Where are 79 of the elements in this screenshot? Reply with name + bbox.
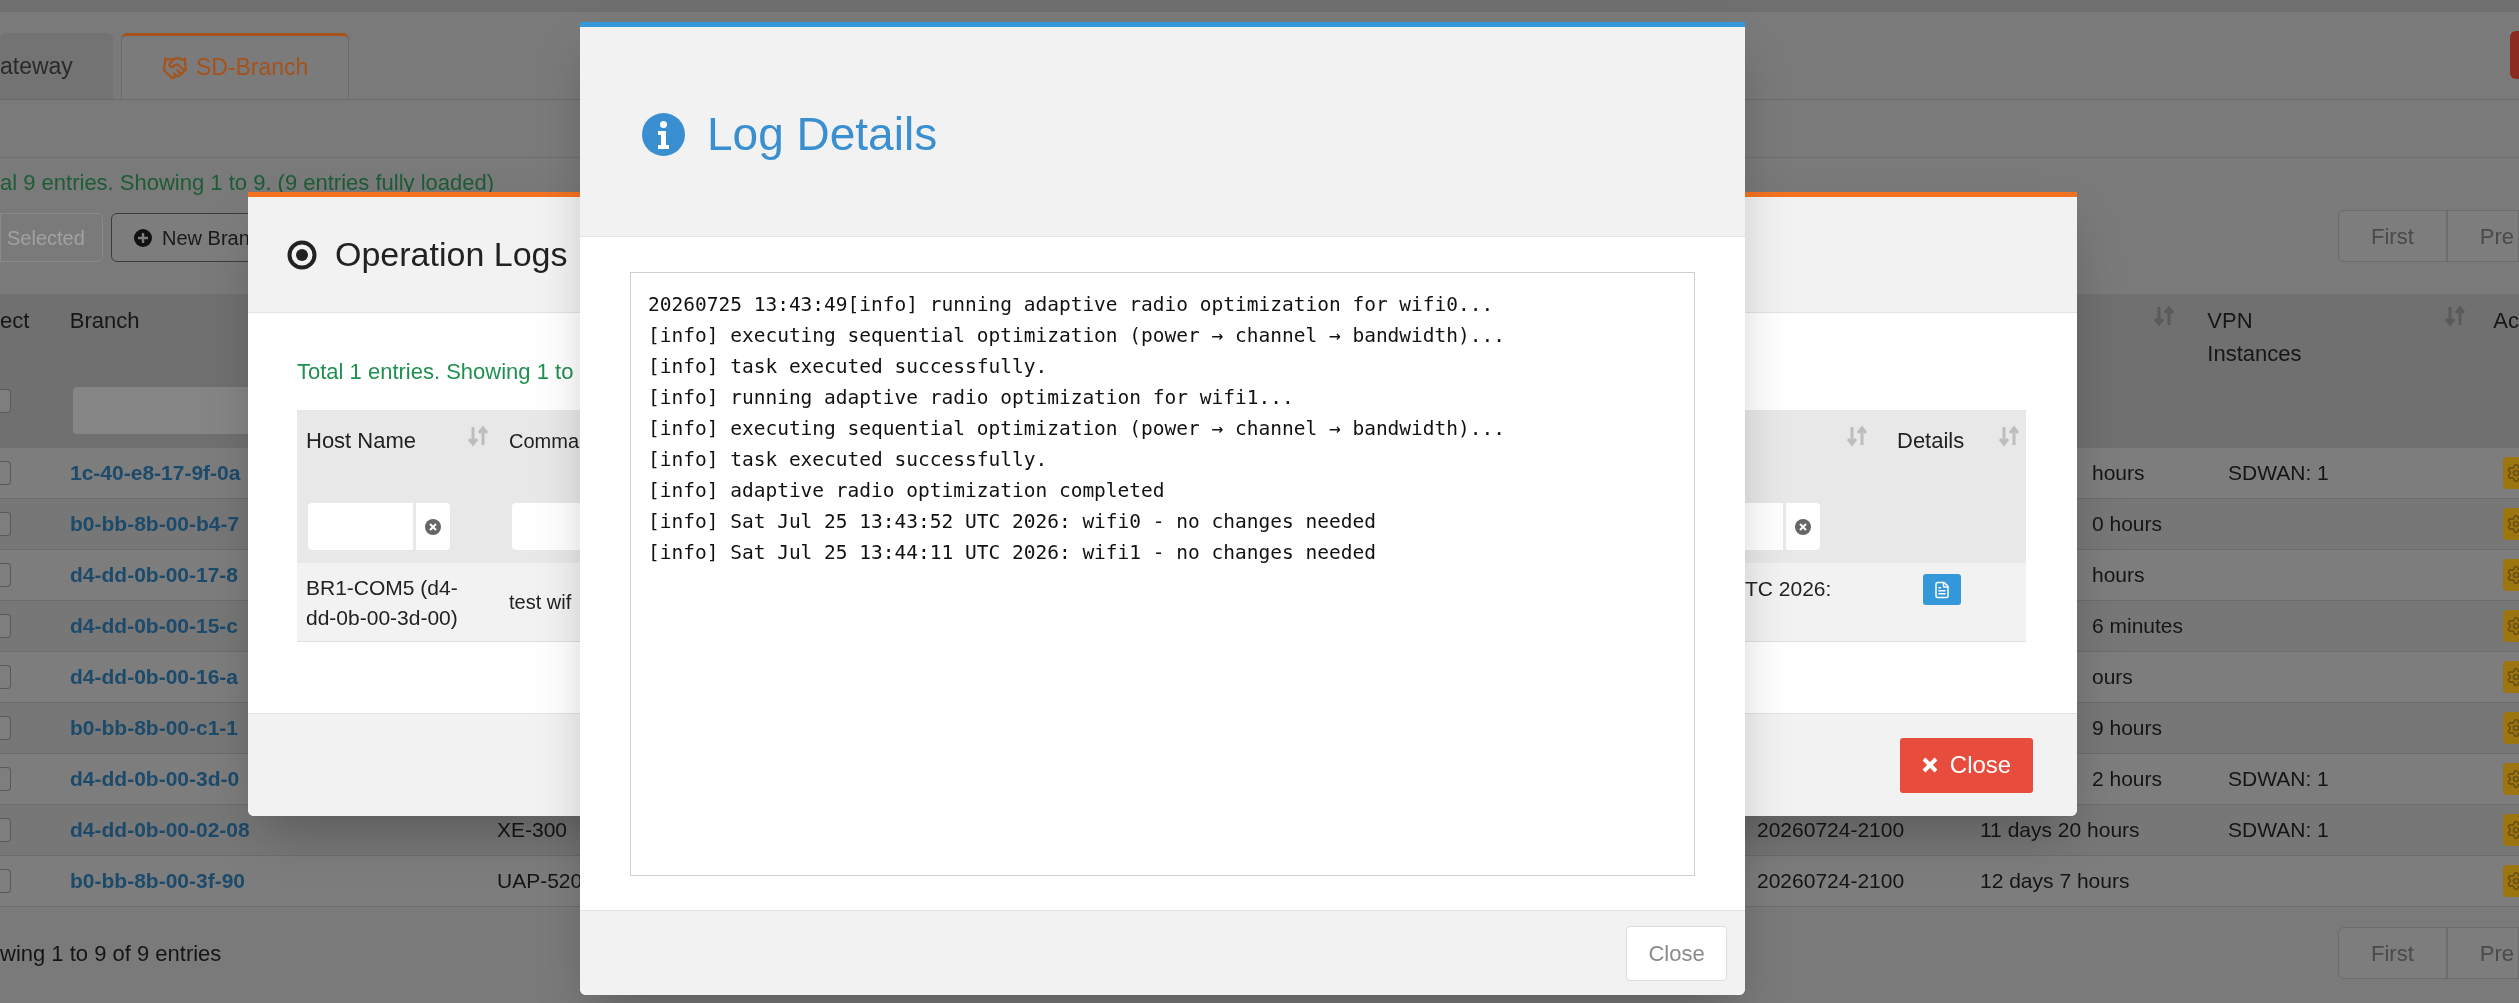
table-cell: hours <box>2092 461 2145 485</box>
branch-link[interactable]: b0-bb-8b-00-3f-90 <box>70 865 497 897</box>
summary-text: Total 1 entries. Showing 1 to <box>297 358 574 386</box>
table-cell: XE-300 <box>497 818 568 842</box>
info-icon <box>642 113 685 156</box>
settings-button[interactable] <box>2503 763 2519 795</box>
settings-button[interactable] <box>2503 508 2519 540</box>
log-line: [info] task executed successfully. <box>648 447 1048 473</box>
header-button[interactable] <box>2510 31 2519 79</box>
column-header: Ac <box>2492 307 2519 335</box>
log-line: 20260725 13:43:49[info] running adaptive radio optimization for wifi0... <box>648 292 1494 318</box>
checkbox[interactable] <box>0 563 11 587</box>
checkbox[interactable] <box>0 869 11 893</box>
column-header: Host Name <box>306 427 417 455</box>
tab[interactable]: SD-Branch <box>120 33 350 99</box>
table-cell: hours <box>2092 563 2145 587</box>
log-line: [info] Sat Jul 25 13:44:11 UTC 2026: wifi1 - no changes needed <box>648 540 1376 566</box>
table-cell: 12 days 7 hours <box>1980 869 2130 893</box>
dialog-title: Log Details <box>707 107 938 162</box>
close-icon <box>1921 757 1938 773</box>
log-line: [info] running adaptive radio optimization for wifi1... <box>648 385 1294 411</box>
settings-button[interactable] <box>2503 712 2519 744</box>
settings-button[interactable] <box>2503 814 2519 846</box>
table-cell: 2 hours <box>2092 767 2163 791</box>
clear-button[interactable] <box>416 503 450 550</box>
checkbox[interactable] <box>0 767 11 791</box>
column-header: VPN Instances <box>2207 307 2303 368</box>
log-line: [info] executing sequential optimization (power → channel → bandwidth)... <box>648 323 1506 349</box>
settings-button[interactable] <box>2503 457 2519 489</box>
table-cell-text: test wif <box>509 590 572 615</box>
table-cell: 0 hours <box>2092 512 2163 536</box>
table-cell: 9 hours <box>2092 716 2163 740</box>
table-cell: SDWAN: 1 <box>2228 818 2329 842</box>
settings-button[interactable] <box>2503 559 2519 591</box>
table-cell: SDWAN: 1 <box>2228 461 2329 485</box>
log-line: [info] task executed successfully. <box>648 354 1048 380</box>
close-button[interactable]: Close <box>1900 737 2033 793</box>
column-header: Details <box>1897 427 1965 455</box>
checkbox[interactable] <box>0 665 11 689</box>
log-line: [info] Sat Jul 25 13:43:52 UTC 2026: wifi0 - no changes needed <box>648 509 1376 535</box>
clear-button[interactable] <box>1786 503 1820 550</box>
checkbox[interactable] <box>0 388 11 413</box>
dialog-title: Operation Logs <box>335 234 568 275</box>
sort-icon[interactable] <box>1998 424 2020 448</box>
document-icon <box>1933 580 1951 599</box>
sort-icon[interactable] <box>1846 424 1868 448</box>
table-cell: UAP-520 <box>497 869 583 893</box>
settings-button[interactable] <box>2503 865 2519 897</box>
sort-icon[interactable] <box>467 424 489 448</box>
settings-button[interactable] <box>2503 610 2519 642</box>
settings-button[interactable] <box>2503 661 2519 693</box>
tab[interactable]: ateway <box>0 33 113 99</box>
plus-circle-icon <box>134 228 152 247</box>
table-cell: ours <box>2092 665 2133 689</box>
checkbox[interactable] <box>0 716 11 740</box>
handshake-icon <box>161 54 188 81</box>
clear-icon[interactable] <box>1795 518 1811 535</box>
table-cell: TC 2026: <box>1745 577 1832 600</box>
checkbox[interactable] <box>0 818 11 842</box>
table-cell: 20260724-2100 <box>1757 869 1905 893</box>
column-header: Branch <box>69 308 140 333</box>
table-cell-text: BR1-COM5 (d4-dd-0b-00-3d-00) <box>306 575 459 631</box>
details-button[interactable] <box>1923 574 1961 605</box>
close-button[interactable]: Close <box>1626 925 1727 981</box>
checkbox[interactable] <box>0 461 11 485</box>
log-line: [info] executing sequential optimization (power → channel → bandwidth)... <box>648 416 1506 442</box>
target-icon <box>287 239 317 270</box>
footer-text: wing 1 to 9 of 9 entries <box>0 939 222 968</box>
checkbox[interactable] <box>0 614 11 638</box>
column-header: ect <box>0 307 31 335</box>
table-cell: 11 days 20 hours <box>1980 818 2140 842</box>
column-header: Comma <box>509 430 579 452</box>
checkbox[interactable] <box>0 512 11 536</box>
table-cell: 6 minutes <box>2092 614 2184 638</box>
table-cell: SDWAN: 1 <box>2228 767 2329 791</box>
table-cell: 20260724-2100 <box>1757 818 1905 842</box>
branch-link[interactable]: d4-dd-0b-00-02-08 <box>70 814 497 846</box>
log-line: [info] adaptive radio optimization completed <box>648 478 1165 504</box>
clear-icon[interactable] <box>425 518 441 535</box>
